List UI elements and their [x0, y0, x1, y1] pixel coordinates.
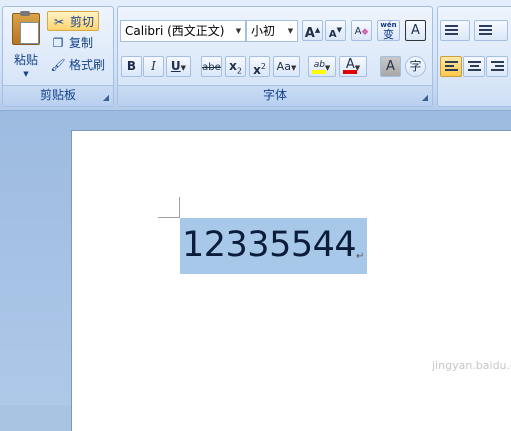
grow-font-button[interactable]: A▲	[302, 20, 323, 41]
dialog-launcher-icon[interactable]: ◢	[102, 94, 110, 102]
align-left-icon	[445, 61, 458, 73]
enclose-characters-icon: 字	[409, 59, 422, 73]
subscript-icon: x	[229, 59, 237, 73]
underline-button[interactable]: U▼	[166, 56, 191, 77]
character-border-button[interactable]: A	[405, 20, 426, 41]
align-center-button[interactable]	[463, 56, 485, 77]
highlight-button[interactable]: ab▼	[308, 56, 336, 77]
paste-icon	[12, 11, 40, 45]
align-left-button[interactable]	[440, 56, 462, 77]
grow-font-icon: A	[304, 26, 315, 41]
font-group: Calibri (西文正文) ▼ 小初 ▼ A▲ A▼ A◆ wén 变 A B…	[117, 6, 433, 107]
phonetic-guide-button[interactable]: wén 变	[377, 20, 400, 41]
subscript-button[interactable]: x2	[225, 56, 246, 77]
crop-mark	[179, 197, 180, 218]
clear-formatting-button[interactable]: A◆	[351, 20, 372, 41]
underline-icon: U	[170, 59, 181, 73]
clipboard-group-label: 剪贴板 ◢	[3, 85, 113, 106]
chevron-down-icon[interactable]: ▼	[7, 70, 45, 78]
copy-icon: ❐	[52, 36, 64, 50]
cut-button[interactable]: ✂ 剪切	[47, 11, 99, 31]
numbering-button[interactable]	[474, 20, 508, 41]
scissors-icon: ✂	[53, 15, 65, 29]
cut-label: 剪切	[70, 15, 95, 29]
bold-icon: B	[126, 59, 137, 73]
crop-mark	[158, 217, 180, 218]
paste-button[interactable]: 粘贴 ▼	[7, 11, 45, 87]
format-painter-button[interactable]: 🖌 格式刷	[47, 55, 108, 75]
document-workspace: 12335544 ↵ jingyan.baidu.com	[0, 111, 511, 431]
paintbrush-icon: 🖌	[50, 58, 66, 72]
paragraph-mark: ↵	[356, 251, 365, 262]
font-group-label: 字体 ◢	[118, 85, 432, 106]
watermark: jingyan.baidu.com	[432, 359, 511, 372]
numbered-list-icon	[479, 25, 492, 37]
document-text[interactable]: 12335544	[182, 224, 357, 266]
format-painter-label: 格式刷	[69, 58, 106, 72]
italic-button[interactable]: I	[143, 56, 164, 77]
font-color-bar	[343, 70, 357, 74]
superscript-mark: 2	[260, 62, 266, 71]
character-shading-icon: A	[386, 59, 395, 74]
clipboard-group-title: 剪贴板	[39, 88, 76, 102]
copy-button[interactable]: ❐ 复制	[47, 33, 96, 53]
enclose-characters-button[interactable]: 字	[405, 56, 426, 77]
character-border-icon: A	[411, 23, 420, 38]
shrink-font-icon: A	[328, 29, 337, 40]
subscript-mark: 2	[236, 66, 242, 76]
superscript-icon: x	[253, 63, 261, 77]
font-name-value: Calibri (西文正文)	[125, 24, 225, 38]
font-color-button[interactable]: A▼	[339, 56, 367, 77]
align-right-button[interactable]	[486, 56, 508, 77]
superscript-button[interactable]: x2	[249, 56, 270, 77]
change-case-button[interactable]: Aa▼	[273, 56, 300, 77]
bold-button[interactable]: B	[121, 56, 142, 77]
shrink-font-button[interactable]: A▼	[325, 20, 346, 41]
character-shading-button[interactable]: A	[380, 56, 401, 77]
chevron-down-icon[interactable]: ▼	[286, 21, 295, 41]
change-case-icon: Aa	[276, 60, 291, 73]
font-group-title: 字体	[262, 88, 287, 102]
document-page[interactable]: 12335544 ↵ jingyan.baidu.com	[71, 130, 511, 431]
font-size-combo[interactable]: 小初 ▼	[246, 20, 298, 42]
bullet-list-icon	[445, 25, 458, 37]
copy-label: 复制	[69, 36, 94, 50]
strikethrough-icon: abe	[202, 62, 221, 73]
dialog-launcher-icon[interactable]: ◢	[421, 94, 429, 102]
align-center-icon	[468, 61, 481, 73]
paragraph-group	[437, 6, 511, 107]
highlight-icon: ab	[313, 60, 325, 70]
chevron-down-icon[interactable]: ▼	[234, 21, 243, 41]
highlight-color-bar	[312, 70, 326, 74]
strikethrough-button[interactable]: abe	[201, 56, 222, 77]
align-right-icon	[491, 61, 504, 73]
italic-icon: I	[151, 59, 156, 73]
font-size-value: 小初	[251, 24, 276, 38]
bullets-button[interactable]	[440, 20, 470, 41]
ribbon: 粘贴 ▼ ✂ 剪切 ❐ 复制 🖌 格式刷 剪贴板 ◢ Calibri (西文正文) ▼…	[0, 0, 511, 111]
paste-label: 粘贴	[13, 53, 38, 67]
clipboard-group: 粘贴 ▼ ✂ 剪切 ❐ 复制 🖌 格式刷 剪贴板 ◢	[2, 6, 114, 107]
phonetic-guide-icon: 变	[383, 28, 394, 41]
font-name-combo[interactable]: Calibri (西文正文) ▼	[120, 20, 246, 42]
